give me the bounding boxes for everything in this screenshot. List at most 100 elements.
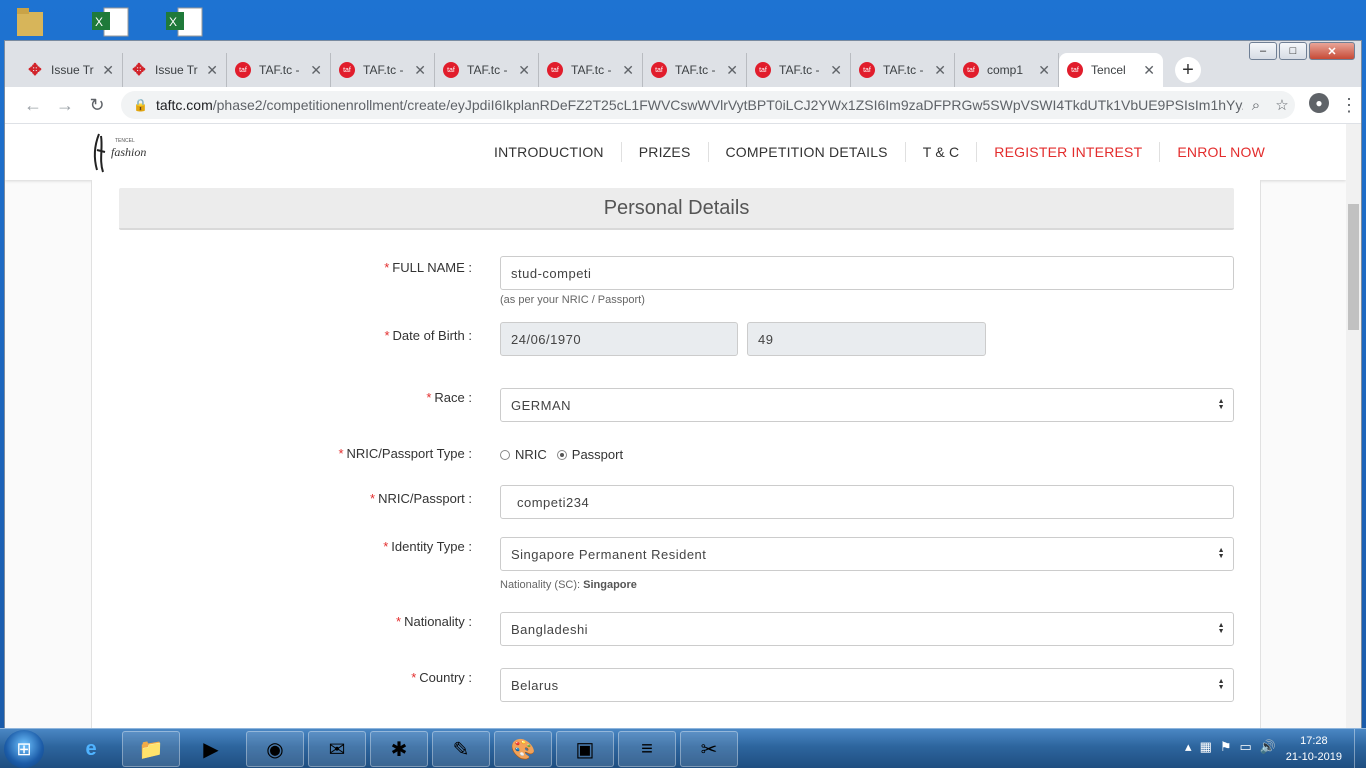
- close-tab-icon[interactable]: ✕: [622, 62, 634, 79]
- race-select[interactable]: GERMAN ▲ ▼: [500, 388, 1234, 422]
- slack-icon[interactable]: ✱: [370, 731, 428, 767]
- nationality-select[interactable]: Bangladeshi ▲ ▼: [500, 612, 1234, 646]
- taf-favicon-icon: taf: [859, 62, 875, 78]
- forward-arrow-icon[interactable]: →: [49, 95, 81, 116]
- nav-prizes[interactable]: PRIZES: [622, 144, 708, 160]
- taf-favicon-icon: taf: [443, 62, 459, 78]
- url-path: /phase2/competitionenrollment/create/eyJ…: [212, 97, 1243, 113]
- tab-label: Issue Tr: [155, 63, 198, 77]
- tab-label: TAF.tc -: [363, 63, 404, 77]
- section-title: Personal Details: [119, 188, 1234, 230]
- tencel-fashion-logo[interactable]: fashion TENCEL: [89, 130, 153, 176]
- close-tab-icon[interactable]: ✕: [1143, 62, 1155, 79]
- tab-taf-4[interactable]: taf TAF.tc - ✕: [539, 53, 643, 87]
- taf-favicon-icon: taf: [755, 62, 771, 78]
- notepad-icon[interactable]: ✎: [432, 731, 490, 767]
- folder-desktop-icon[interactable]: [14, 6, 56, 38]
- tab-taf-3[interactable]: taf TAF.tc - ✕: [435, 53, 539, 87]
- nric-radio[interactable]: [500, 449, 510, 460]
- form-card: Personal Details * FULL NAME : stud-compe…: [91, 180, 1261, 730]
- zoom-icon[interactable]: ⌕: [1243, 97, 1269, 114]
- page-scrollbar[interactable]: [1346, 124, 1361, 730]
- sticky-notes-icon[interactable]: ≡: [618, 731, 676, 767]
- nav-register-interest[interactable]: REGISTER INTEREST: [977, 144, 1159, 160]
- menu-kebab-icon[interactable]: ⋮: [1337, 93, 1361, 117]
- close-tab-icon[interactable]: ✕: [310, 62, 322, 79]
- internet-explorer-icon[interactable]: e: [62, 731, 120, 767]
- close-window-button[interactable]: ✕: [1309, 42, 1355, 60]
- chrome-icon[interactable]: ◉: [246, 731, 304, 767]
- nav-competition-details[interactable]: COMPETITION DETAILS: [709, 144, 905, 160]
- close-tab-icon[interactable]: ✕: [726, 62, 738, 79]
- media-player-icon[interactable]: ▶: [182, 731, 240, 767]
- snipping-tool-icon[interactable]: ✂: [680, 731, 738, 767]
- paint-icon[interactable]: 🎨: [494, 731, 552, 767]
- passport-radio-label[interactable]: Passport: [572, 447, 623, 462]
- tab-taf-7[interactable]: taf TAF.tc - ✕: [851, 53, 955, 87]
- volume-icon[interactable]: 🔊: [1260, 739, 1276, 755]
- close-tab-icon[interactable]: ✕: [1038, 62, 1050, 79]
- lock-icon: 🔒: [133, 98, 148, 112]
- full-name-input[interactable]: stud-competi: [500, 256, 1234, 290]
- close-tab-icon[interactable]: ✕: [414, 62, 426, 79]
- action-center-flag-icon[interactable]: ⚑: [1220, 739, 1232, 755]
- nationality-label: * Nationality :: [396, 614, 472, 629]
- scrollbar-thumb[interactable]: [1348, 204, 1359, 330]
- identity-type-select[interactable]: Singapore Permanent Resident ▲ ▼: [500, 537, 1234, 571]
- excel-file-icon[interactable]: X: [90, 6, 132, 38]
- tab-tencel-active[interactable]: taf Tencel ✕: [1059, 53, 1163, 87]
- tab-label: TAF.tc -: [571, 63, 612, 77]
- tab-issue-1[interactable]: ✥ Issue Tr ✕: [19, 53, 123, 87]
- nationality-help: Nationality (SC): Singapore: [500, 579, 637, 591]
- bookmark-star-icon[interactable]: ☆: [1269, 96, 1295, 114]
- close-tab-icon[interactable]: ✕: [206, 62, 218, 79]
- language-flag-icon[interactable]: ▦: [1200, 739, 1212, 755]
- file-explorer-icon[interactable]: 📁: [122, 731, 180, 767]
- nav-enrol-now[interactable]: ENROL NOW: [1160, 144, 1282, 160]
- close-tab-icon[interactable]: ✕: [934, 62, 946, 79]
- tab-label: comp1: [987, 63, 1024, 77]
- tab-taf-6[interactable]: taf TAF.tc - ✕: [747, 53, 851, 87]
- tab-comp1[interactable]: taf comp1 ✕: [955, 53, 1059, 87]
- full-name-help: (as per your NRIC / Passport): [500, 294, 645, 306]
- svg-text:X: X: [169, 15, 177, 29]
- image-viewer-icon[interactable]: ▣: [556, 731, 614, 767]
- id-type-radio-group: NRIC Passport: [500, 447, 623, 462]
- dob-input[interactable]: 24/06/1970: [500, 322, 738, 356]
- select-arrows-icon: ▲ ▼: [1217, 398, 1225, 411]
- select-arrows-icon: ▲ ▼: [1217, 622, 1225, 635]
- nav-terms[interactable]: T & C: [906, 144, 977, 160]
- tray-expand-icon[interactable]: ▴: [1185, 739, 1192, 755]
- outlook-icon[interactable]: ✉: [308, 731, 366, 767]
- chrome-window: – □ ✕ ✥ Issue Tr ✕ ✥ Issue Tr ✕ taf TAF.tc - ✕…: [4, 40, 1362, 730]
- reload-icon[interactable]: ↻: [81, 95, 113, 116]
- nric-radio-label[interactable]: NRIC: [515, 447, 547, 462]
- start-button[interactable]: ⊞: [4, 730, 44, 768]
- back-arrow-icon[interactable]: ←: [17, 95, 49, 116]
- country-select[interactable]: Belarus ▲ ▼: [500, 668, 1234, 702]
- close-tab-icon[interactable]: ✕: [830, 62, 842, 79]
- new-tab-button[interactable]: +: [1175, 57, 1201, 83]
- select-arrows-icon: ▲ ▼: [1217, 678, 1225, 691]
- minimize-button[interactable]: –: [1249, 42, 1277, 60]
- nric-label: * NRIC/Passport :: [370, 491, 472, 506]
- window-controls: – □ ✕: [1249, 42, 1355, 60]
- taf-favicon-icon: taf: [547, 62, 563, 78]
- close-tab-icon[interactable]: ✕: [518, 62, 530, 79]
- show-desktop-button[interactable]: [1354, 729, 1366, 768]
- nric-input[interactable]: competi234: [500, 485, 1234, 519]
- tab-taf-2[interactable]: taf TAF.tc - ✕: [331, 53, 435, 87]
- tab-taf-1[interactable]: taf TAF.tc - ✕: [227, 53, 331, 87]
- tab-taf-5[interactable]: taf TAF.tc - ✕: [643, 53, 747, 87]
- maximize-button[interactable]: □: [1279, 42, 1307, 60]
- excel-file-icon-2[interactable]: X: [164, 6, 206, 38]
- tab-issue-2[interactable]: ✥ Issue Tr ✕: [123, 53, 227, 87]
- nav-introduction[interactable]: INTRODUCTION: [477, 144, 621, 160]
- address-bar[interactable]: 🔒 taftc.com /phase2/competitionenrollmen…: [121, 91, 1295, 119]
- network-icon[interactable]: ▭: [1240, 739, 1252, 755]
- clock[interactable]: 17:28 21-10-2019: [1286, 733, 1342, 765]
- close-tab-icon[interactable]: ✕: [102, 62, 114, 79]
- profile-avatar-icon[interactable]: ●: [1309, 93, 1329, 113]
- issue-tracker-icon: ✥: [28, 62, 42, 79]
- passport-radio[interactable]: [556, 449, 567, 460]
